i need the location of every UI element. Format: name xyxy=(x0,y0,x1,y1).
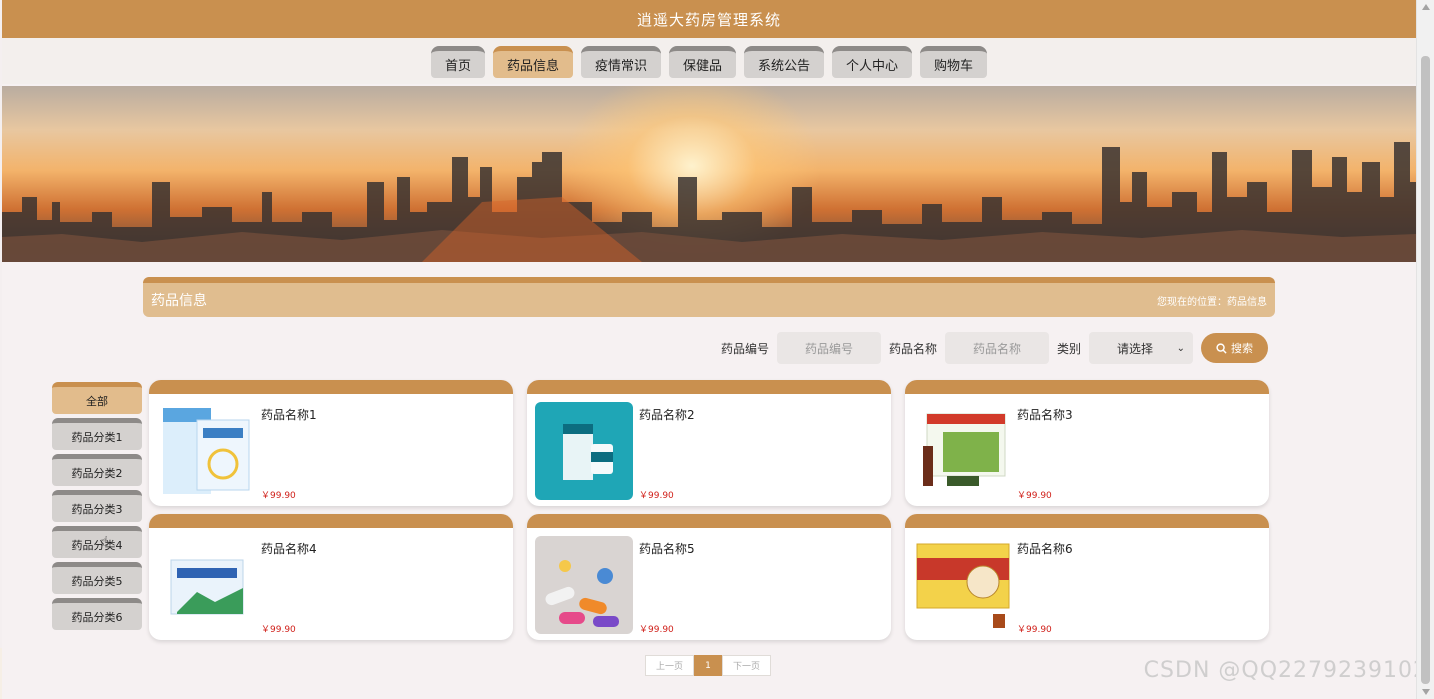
search-icon xyxy=(1216,342,1227,354)
product-name-5[interactable]: 药品名称5 xyxy=(639,540,695,557)
product-image-3[interactable] xyxy=(913,402,1011,500)
product-name-6[interactable]: 药品名称6 xyxy=(1017,540,1073,557)
search-button[interactable]: 搜索 xyxy=(1201,333,1268,363)
nav-user-center[interactable]: 个人中心 xyxy=(832,46,913,78)
top-bar: 逍遥大药房管理系统 xyxy=(2,0,1416,38)
category-item-2[interactable]: 药品分类2 xyxy=(52,454,142,486)
product-card-2[interactable]: 药品名称2 ￥99.90 xyxy=(527,380,891,506)
nav-announcements[interactable]: 系统公告 xyxy=(744,46,825,78)
category-item-3[interactable]: 药品分类3 xyxy=(52,490,142,522)
category-all[interactable]: 全部 xyxy=(52,382,142,414)
category-item-4[interactable]: 药品分类4 xyxy=(52,526,142,558)
nav-health-products[interactable]: 保健品 xyxy=(668,46,736,78)
category-label: 类别 xyxy=(1056,341,1081,356)
watermark: CSDN @QQ2279239102 xyxy=(1143,658,1428,683)
search-bar: 药品编号 药品编号 药品名称 药品名称 类别 请选择 ⌄ 搜索 xyxy=(721,332,1268,364)
drug-code-label: 药品编号 xyxy=(720,341,769,356)
nav-drug-info[interactable]: 药品信息 xyxy=(492,46,573,78)
main-nav: 首页 药品信息 疫情常识 保健品 系统公告 个人中心 购物车 xyxy=(2,38,1416,84)
section-title: 药品信息 xyxy=(151,293,207,309)
breadcrumb: 您现在的位置：药品信息 xyxy=(1157,296,1267,308)
product-name-3[interactable]: 药品名称3 xyxy=(1017,406,1073,423)
nav-cart[interactable]: 购物车 xyxy=(920,46,988,78)
pagination: 上一页 1 下一页 xyxy=(645,655,772,676)
product-price-3: ￥99.90 xyxy=(1017,491,1052,501)
product-price-5: ￥99.90 xyxy=(639,625,674,635)
city-skyline xyxy=(2,142,1416,262)
next-page-button[interactable]: 下一页 xyxy=(722,655,772,676)
product-card-6[interactable]: 药品名称6 ￥99.90 xyxy=(905,514,1269,640)
drug-name-label: 药品名称 xyxy=(888,341,937,356)
product-card-4[interactable]: 药品名称4 ￥99.90 xyxy=(149,514,513,640)
category-item-6[interactable]: 药品分类6 xyxy=(52,598,142,630)
category-select-value: 请选择 xyxy=(1117,341,1154,356)
scroll-down-icon[interactable] xyxy=(1422,689,1430,695)
product-image-5[interactable] xyxy=(535,536,633,634)
product-price-1: ￥99.90 xyxy=(261,491,296,501)
category-list: 全部 药品分类1 药品分类2 药品分类3 药品分类4 药品分类5 药品分类6 xyxy=(52,382,142,634)
scrollbar-thumb[interactable] xyxy=(1421,56,1430,684)
product-image-6[interactable] xyxy=(913,536,1011,634)
banner-image xyxy=(2,86,1416,262)
search-button-label: 搜索 xyxy=(1231,342,1253,355)
site-title: 逍遥大药房管理系统 xyxy=(636,10,781,29)
product-price-2: ￥99.90 xyxy=(639,491,674,501)
product-image-2[interactable] xyxy=(535,402,633,500)
product-card-1[interactable]: 药品名称1 ￥99.90 xyxy=(149,380,513,506)
product-image-1[interactable] xyxy=(157,402,255,500)
vertical-scrollbar[interactable] xyxy=(1416,0,1434,699)
drug-code-input[interactable]: 药品编号 xyxy=(776,332,881,364)
current-page[interactable]: 1 xyxy=(694,655,723,676)
chevron-down-icon: ⌄ xyxy=(1176,342,1185,354)
prev-page-button[interactable]: 上一页 xyxy=(645,655,695,676)
product-card-3[interactable]: 药品名称3 ￥99.90 xyxy=(905,380,1269,506)
product-name-1[interactable]: 药品名称1 xyxy=(261,406,317,423)
product-price-4: ￥99.90 xyxy=(261,625,296,635)
product-name-2[interactable]: 药品名称2 xyxy=(639,406,695,423)
category-select[interactable]: 请选择 ⌄ xyxy=(1089,332,1193,364)
product-image-4[interactable] xyxy=(157,536,255,634)
product-card-5[interactable]: 药品名称5 ￥99.90 xyxy=(527,514,891,640)
mouse-cursor-icon: ☝ xyxy=(100,534,109,550)
product-name-4[interactable]: 药品名称4 xyxy=(261,540,317,557)
product-price-6: ￥99.90 xyxy=(1017,625,1052,635)
category-item-5[interactable]: 药品分类5 xyxy=(52,562,142,594)
nav-home[interactable]: 首页 xyxy=(430,46,485,78)
nav-epidemic-knowledge[interactable]: 疫情常识 xyxy=(580,46,661,78)
section-header: 药品信息 您现在的位置：药品信息 xyxy=(143,277,1275,317)
scroll-up-icon[interactable] xyxy=(1422,4,1430,10)
category-item-1[interactable]: 药品分类1 xyxy=(52,418,142,450)
drug-name-input[interactable]: 药品名称 xyxy=(944,332,1049,364)
